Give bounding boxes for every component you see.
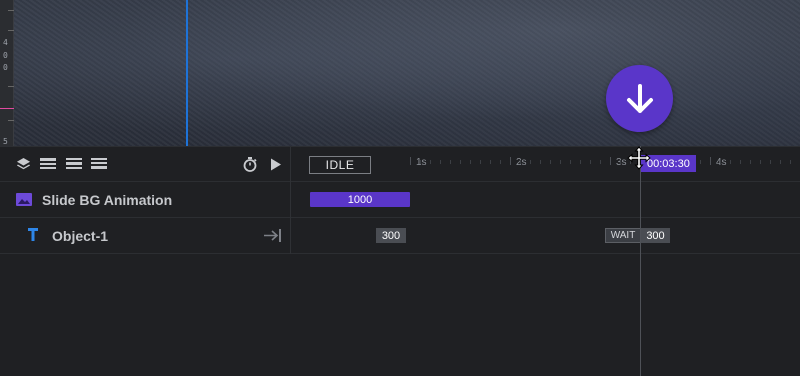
minor-tick xyxy=(590,160,591,164)
ruler-number: 0 xyxy=(3,63,8,72)
time-mark: 1s xyxy=(416,157,427,168)
minor-tick xyxy=(520,160,521,164)
minor-tick xyxy=(730,160,731,164)
minor-tick xyxy=(600,160,601,164)
layer-name[interactable]: Slide BG Animation xyxy=(42,192,172,208)
minor-tick xyxy=(750,160,751,164)
ruler-number: 5 xyxy=(3,137,8,146)
minor-tick xyxy=(580,160,581,164)
minor-tick xyxy=(540,160,541,164)
layer-row-header: Object-1 xyxy=(0,218,291,254)
minor-tick xyxy=(500,160,501,164)
scroll-down-button[interactable] xyxy=(606,65,673,132)
minor-tick xyxy=(420,160,421,164)
time-mark: 2s xyxy=(516,157,527,168)
stopwatch-icon[interactable] xyxy=(242,156,258,172)
layers-icon[interactable] xyxy=(15,156,31,172)
playhead-line[interactable] xyxy=(640,146,641,376)
minor-tick xyxy=(530,160,531,164)
layer-row-slide-bg[interactable]: Slide BG Animation 1000 xyxy=(0,182,800,218)
playback-state-label: IDLE xyxy=(309,156,371,174)
align-top-icon[interactable] xyxy=(40,156,56,172)
minor-tick xyxy=(720,160,721,164)
minor-tick xyxy=(760,160,761,164)
ruler-number: 0 xyxy=(3,51,8,60)
minor-tick xyxy=(620,160,621,164)
minor-tick xyxy=(480,160,481,164)
minor-tick xyxy=(470,160,471,164)
layer-row-header: Slide BG Animation xyxy=(0,182,291,218)
minor-tick xyxy=(570,160,571,164)
minor-tick xyxy=(770,160,771,164)
align-bottom-icon[interactable] xyxy=(91,156,107,172)
minor-tick xyxy=(740,160,741,164)
minor-tick xyxy=(460,160,461,164)
layer-row-object-1[interactable]: Object-1 300 WAIT 300 xyxy=(0,218,800,254)
minor-tick xyxy=(790,160,791,164)
animation-bar[interactable]: 1000 xyxy=(310,192,410,207)
play-icon[interactable] xyxy=(268,156,284,172)
ruler-number: 4 xyxy=(3,38,8,47)
stage-canvas[interactable]: 4 0 0 5 xyxy=(0,0,800,146)
minor-tick xyxy=(490,160,491,164)
time-mark: 4s xyxy=(716,157,727,168)
minor-tick xyxy=(700,160,701,164)
align-end-icon[interactable] xyxy=(264,229,282,247)
vertical-ruler: 4 0 0 5 xyxy=(0,0,14,146)
minor-tick xyxy=(550,160,551,164)
minor-tick xyxy=(780,160,781,164)
align-middle-icon[interactable] xyxy=(66,156,82,172)
wait-badge: WAIT xyxy=(605,228,641,243)
minor-tick xyxy=(430,160,431,164)
out-duration-chip[interactable]: 300 xyxy=(641,228,670,243)
image-icon xyxy=(16,193,32,211)
timeline-toolbar xyxy=(0,147,291,182)
time-mark: 3s xyxy=(616,157,627,168)
slider-editor: 4 0 0 5 IDLE 1s 2s 3s 4s Slide BG Animat… xyxy=(0,0,800,376)
minor-tick xyxy=(450,160,451,164)
layer-name[interactable]: Object-1 xyxy=(52,228,108,244)
minor-tick xyxy=(440,160,441,164)
minor-tick xyxy=(560,160,561,164)
time-ruler[interactable]: 1s 2s 3s 4s xyxy=(380,147,800,182)
move-cursor-icon xyxy=(627,146,651,170)
vertical-guide-line[interactable] xyxy=(186,0,188,146)
ruler-marker xyxy=(0,108,14,109)
in-duration-chip[interactable]: 300 xyxy=(376,228,406,243)
text-icon xyxy=(28,228,38,246)
arrow-down-icon xyxy=(626,83,653,113)
